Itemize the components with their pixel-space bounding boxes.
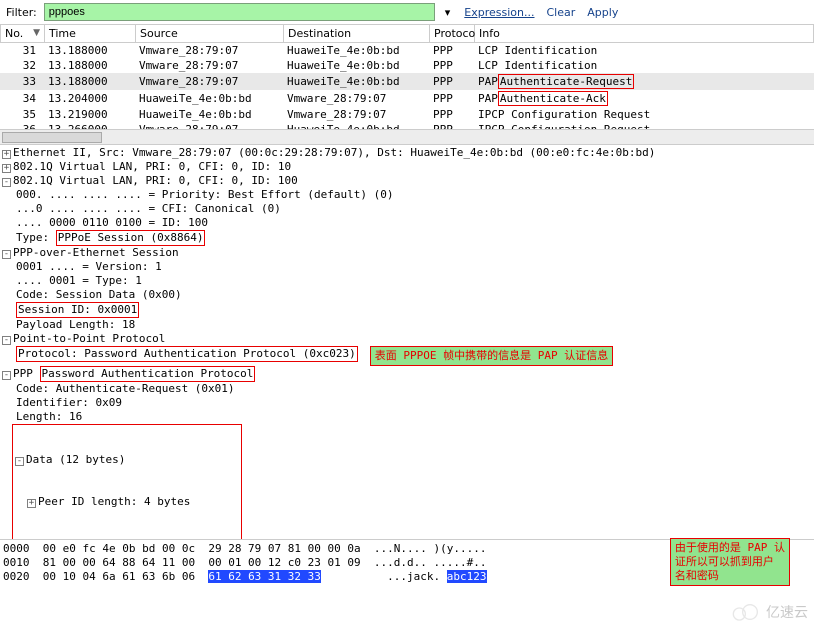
filter-input[interactable] (44, 3, 435, 21)
col-protocol[interactable]: Protocol (430, 25, 475, 43)
filter-bar: Filter: ▾ Expression... Clear Apply (0, 0, 814, 24)
pppoe-code[interactable]: Code: Session Data (0x00) (2, 288, 182, 302)
collapse-icon[interactable]: - (2, 371, 11, 380)
vlan2-header[interactable]: 802.1Q Virtual LAN, PRI: 0, CFI: 0, ID: … (13, 174, 298, 187)
annotation-pap-info: 表面 PPPOE 帧中携带的信息是 PAP 认证信息 (370, 346, 613, 366)
vlan2-priority[interactable]: 000. .... .... .... = Priority: Best Eff… (2, 188, 394, 202)
pap-peer-id-len[interactable]: Peer ID length: 4 bytes (38, 495, 190, 508)
filter-dropdown-icon[interactable]: ▾ (439, 5, 457, 20)
col-time[interactable]: Time (45, 25, 136, 43)
col-info[interactable]: Info (475, 25, 814, 43)
pap-length[interactable]: Length: 16 (2, 410, 82, 424)
pppoe-payload-len[interactable]: Payload Length: 18 (2, 318, 135, 332)
collapse-icon[interactable]: - (2, 336, 11, 345)
filter-label: Filter: (3, 6, 40, 19)
pppoe-header[interactable]: PPP-over-Ethernet Session (13, 246, 179, 259)
vlan2-cfi[interactable]: ...0 .... .... .... = CFI: Canonical (0) (2, 202, 281, 216)
vlan2-type-label: Type: (16, 231, 56, 244)
table-row[interactable]: 3113.188000Vmware_28:79:07HuaweiTe_4e:0b… (0, 43, 814, 58)
pap-hdr-ppp: PPP (13, 367, 40, 380)
table-row[interactable]: 3213.188000Vmware_28:79:07HuaweiTe_4e:0b… (0, 58, 814, 73)
watermark: 亿速云 (730, 602, 808, 622)
scroll-thumb[interactable] (2, 132, 102, 143)
expression-link[interactable]: Expression... (460, 6, 538, 19)
vlan2-type-value[interactable]: PPPoE Session (0x8864) (56, 230, 206, 246)
sort-arrow-icon: ▼ (33, 28, 40, 38)
expand-icon[interactable]: + (2, 150, 11, 159)
pap-code[interactable]: Code: Authenticate-Request (0x01) (2, 382, 235, 396)
pppoe-type[interactable]: .... 0001 = Type: 1 (2, 274, 142, 288)
ascii-highlight: abc123 (447, 570, 487, 583)
p2p-protocol[interactable]: Protocol: Password Authentication Protoc… (16, 346, 358, 362)
expand-icon[interactable]: + (27, 499, 36, 508)
table-row[interactable]: 3413.204000HuaweiTe_4e:0b:bdVmware_28:79… (0, 90, 814, 107)
col-source[interactable]: Source (136, 25, 284, 43)
pap-data[interactable]: Data (12 bytes) (26, 453, 125, 466)
collapse-icon[interactable]: - (2, 178, 11, 187)
horizontal-scrollbar[interactable] (0, 129, 814, 144)
pap-identifier[interactable]: Identifier: 0x09 (2, 396, 122, 410)
hex-pane: 0000 00 e0 fc 4e 0b bd 00 0c 29 28 79 07… (0, 539, 814, 586)
col-no[interactable]: No.▼ (1, 25, 45, 43)
collapse-icon[interactable]: - (2, 250, 11, 259)
pap-protocol-name[interactable]: Password Authentication Protocol (40, 366, 256, 382)
annotation-password-visible: 由于使用的是 PAP 认 证所以可以抓到用户 名和密码 (670, 538, 790, 586)
table-row[interactable]: 3613.266000Vmware_28:79:07HuaweiTe_4e:0b… (0, 122, 814, 129)
apply-button[interactable]: Apply (583, 6, 622, 19)
hex-highlight: 61 62 63 31 32 33 (208, 570, 321, 583)
pppoe-session-id[interactable]: Session ID: 0x0001 (16, 302, 139, 318)
column-headers: No.▼ Time Source Destination Protocol In… (1, 25, 814, 43)
packet-table: No.▼ Time Source Destination Protocol In… (0, 24, 814, 129)
p2p-header[interactable]: Point-to-Point Protocol (13, 332, 165, 345)
packet-detail-pane: +Ethernet II, Src: Vmware_28:79:07 (00:0… (0, 144, 814, 539)
table-row[interactable]: 3513.219000HuaweiTe_4e:0b:bdVmware_28:79… (0, 107, 814, 122)
vlan2-id[interactable]: .... 0000 0110 0100 = ID: 100 (2, 216, 208, 230)
vlan1-header[interactable]: 802.1Q Virtual LAN, PRI: 0, CFI: 0, ID: … (13, 160, 291, 173)
ethernet-header[interactable]: Ethernet II, Src: Vmware_28:79:07 (00:0c… (13, 146, 655, 159)
pppoe-version[interactable]: 0001 .... = Version: 1 (2, 260, 162, 274)
collapse-icon[interactable]: - (15, 457, 24, 466)
clear-button[interactable]: Clear (543, 6, 580, 19)
expand-icon[interactable]: + (2, 164, 11, 173)
col-destination[interactable]: Destination (284, 25, 430, 43)
table-row[interactable]: 3313.188000Vmware_28:79:07HuaweiTe_4e:0b… (0, 73, 814, 90)
